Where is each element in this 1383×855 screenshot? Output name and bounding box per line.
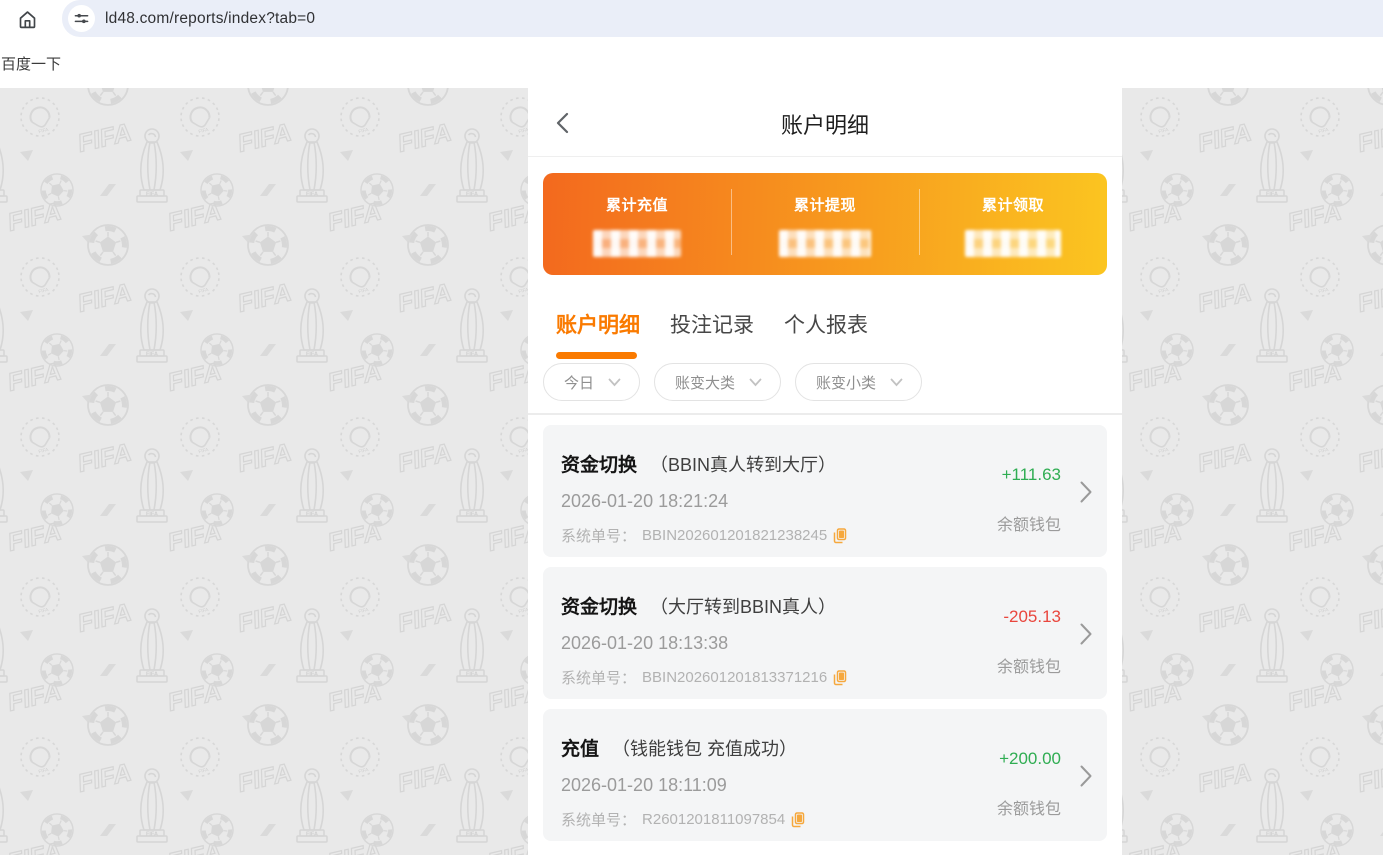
transaction-wallet: 余额钱包 [996, 659, 1061, 676]
order-no-label: 系统单号： [561, 528, 637, 545]
copy-icon[interactable] [833, 527, 847, 544]
filter-bar: 今日 账变大类 账变小类 [543, 363, 1122, 401]
header-divider [528, 156, 1122, 157]
transaction-row[interactable]: 资金切换 （BBIN真人转到大厅） 2026-01-20 18:21:24 系统… [543, 425, 1107, 557]
account-detail-panel: 账户明细 累计充值 累计提现 累计领取 账户明细 投注记录 个人报表 今日 账变… [528, 88, 1122, 855]
summary-divider [730, 189, 732, 255]
transaction-detail: （大厅转到BBIN真人） [650, 597, 837, 617]
browser-toolbar: ld48.com/reports/index?tab=0 [0, 0, 1383, 37]
order-no-value: BBIN202601201813371216 [642, 669, 828, 686]
bookmark-bar: 百度一下 [0, 37, 1383, 88]
chevron-down-icon [890, 378, 903, 386]
home-icon[interactable] [14, 6, 40, 32]
transaction-wallet: 余额钱包 [996, 517, 1061, 534]
transaction-amount: +111.63 [1001, 465, 1061, 484]
summary-label: 累计领取 [981, 197, 1044, 214]
transaction-list: 资金切换 （BBIN真人转到大厅） 2026-01-20 18:21:24 系统… [528, 415, 1122, 841]
address-bar[interactable]: ld48.com/reports/index?tab=0 [62, 0, 1383, 37]
summary-label: 累计充值 [605, 197, 668, 214]
transaction-wallet: 余额钱包 [996, 801, 1061, 818]
masked-amount [965, 230, 1061, 257]
order-no-label: 系统单号： [561, 670, 637, 687]
panel-header: 账户明细 [528, 88, 1122, 156]
transaction-row[interactable]: 充值 （钱能钱包 充值成功） 2026-01-20 18:11:09 系统单号：… [543, 709, 1107, 841]
copy-icon[interactable] [833, 669, 847, 686]
transaction-row[interactable]: 资金切换 （大厅转到BBIN真人） 2026-01-20 18:13:38 系统… [543, 567, 1107, 699]
masked-amount [593, 230, 681, 257]
transaction-datetime: 2026-01-20 18:11:09 [561, 775, 727, 795]
transaction-type: 资金切换 [561, 455, 638, 476]
page-background: FIFA FIFA FIFA FIFA [0, 88, 1383, 855]
summary-label: 累计提现 [793, 197, 856, 214]
chevron-right-icon [1080, 623, 1092, 645]
transaction-amount: -205.13 [1003, 607, 1061, 626]
summary-card: 累计充值 累计提现 累计领取 [543, 173, 1107, 275]
chevron-down-icon [749, 378, 762, 386]
transaction-datetime: 2026-01-20 18:13:38 [561, 633, 729, 653]
summary-total-withdraw: 累计提现 [731, 173, 919, 275]
transaction-amount: +200.00 [999, 749, 1061, 768]
chevron-right-icon [1080, 481, 1092, 503]
filter-major-type-dropdown[interactable]: 账变大类 [654, 363, 782, 401]
tab-bet-records[interactable]: 投注记录 [670, 311, 754, 359]
bookmark-link[interactable]: 百度一下 [1, 53, 61, 74]
copy-icon[interactable] [791, 811, 805, 828]
tab-personal-report[interactable]: 个人报表 [784, 311, 868, 359]
transaction-detail: （BBIN真人转到大厅） [650, 455, 837, 475]
transaction-type: 充值 [561, 739, 600, 760]
transaction-detail: （钱能钱包 充值成功） [612, 739, 798, 759]
chevron-right-icon [1080, 765, 1092, 787]
transaction-datetime: 2026-01-20 18:21:24 [561, 491, 729, 511]
chevron-down-icon [608, 378, 621, 386]
order-no-value: R2601201811097854 [642, 811, 786, 828]
transaction-type: 资金切换 [561, 597, 638, 618]
masked-amount [779, 230, 871, 257]
filter-minor-type-dropdown[interactable]: 账变小类 [795, 363, 923, 401]
site-settings-icon[interactable] [68, 5, 95, 32]
summary-total-deposit: 累计充值 [543, 173, 731, 275]
url-text[interactable]: ld48.com/reports/index?tab=0 [105, 10, 315, 28]
tab-account-detail[interactable]: 账户明细 [556, 311, 640, 359]
order-no-value: BBIN202601201821238245 [642, 527, 828, 544]
active-tab-underline [556, 352, 637, 359]
page-title: 账户明细 [780, 113, 869, 138]
summary-divider [918, 189, 920, 255]
summary-total-claim: 累计领取 [919, 173, 1107, 275]
order-no-label: 系统单号： [561, 812, 637, 829]
tab-bar: 账户明细 投注记录 个人报表 [556, 311, 1122, 359]
filter-date-dropdown[interactable]: 今日 [543, 363, 641, 401]
